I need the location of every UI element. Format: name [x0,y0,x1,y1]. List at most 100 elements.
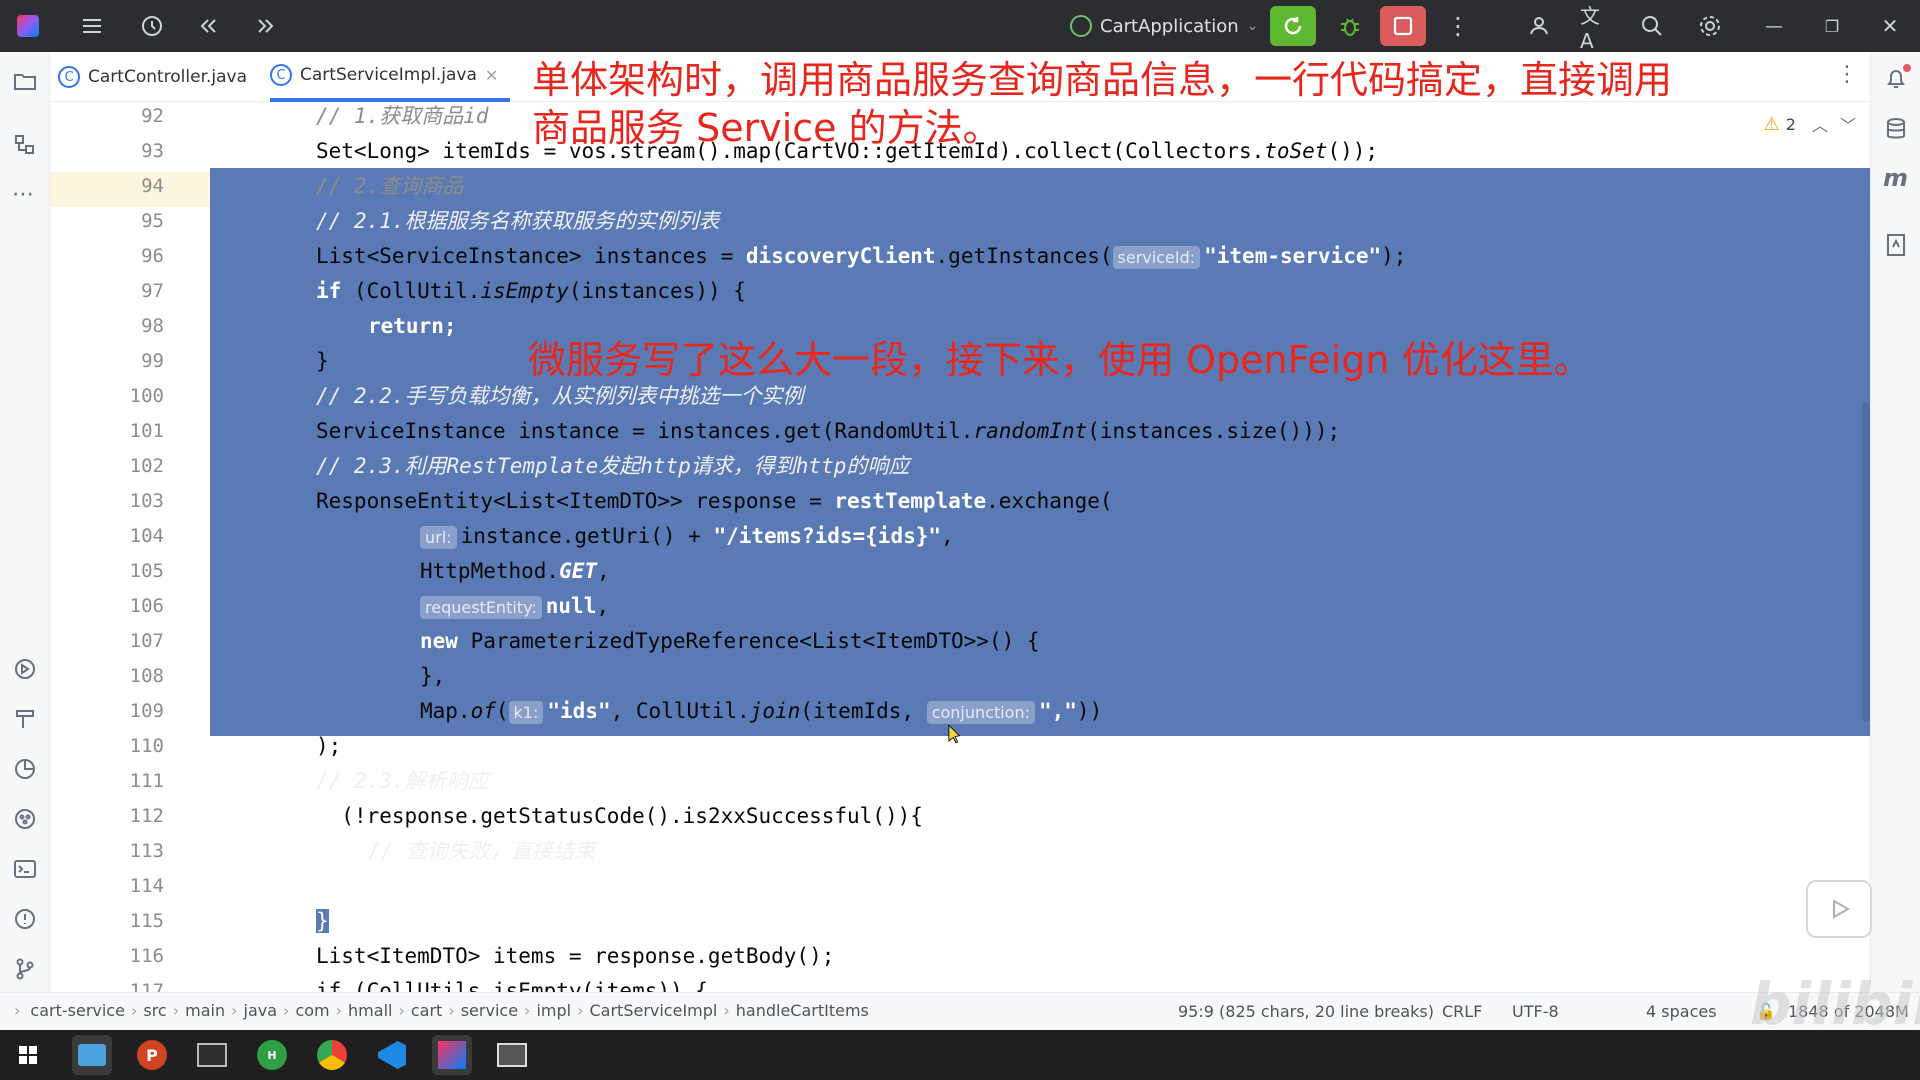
breadcrumb-item[interactable]: src [143,1001,166,1020]
code-line-108[interactable]: }, [210,659,1870,694]
line-number[interactable]: 93 [100,134,164,169]
code-line-115[interactable]: } [210,904,1870,939]
code-line-114[interactable]: return; [210,869,1870,904]
intellij-logo-icon[interactable] [12,10,44,42]
intellij-idea-icon[interactable] [432,1035,472,1075]
line-number[interactable]: 95 [100,204,164,239]
debug-icon[interactable] [1334,10,1366,42]
code-line-94[interactable]: // 2.查询商品 [210,169,1870,204]
database-icon[interactable] [1883,116,1909,142]
screen-recorder-icon[interactable] [492,1035,532,1075]
line-number[interactable]: 113 [100,834,164,869]
code-line-97[interactable]: if (CollUtil.isEmpty(instances)) { [210,274,1870,309]
breadcrumb-item[interactable]: java [244,1001,278,1020]
code-line-106[interactable]: requestEntity: null, [210,589,1870,624]
breadcrumb-item[interactable]: main [185,1001,225,1020]
line-number[interactable]: 111 [100,764,164,799]
vscode-icon[interactable] [372,1035,412,1075]
code-line-117[interactable]: if (CollUtils.isEmpty(items)) { [210,974,1870,992]
settings-gear-icon[interactable] [1694,10,1726,42]
file-encoding[interactable]: UTF-8 [1512,1002,1559,1021]
code-line-116[interactable]: List<ItemDTO> items = response.getBody()… [210,939,1870,974]
translate-icon[interactable]: 文A [1580,4,1612,53]
file-explorer-icon[interactable] [72,1035,112,1075]
code-line-110[interactable]: ); [210,729,1870,764]
breadcrumb-item[interactable]: com [295,1001,329,1020]
plugins-icon[interactable] [12,806,38,832]
profiler-icon[interactable] [12,756,38,782]
stop-button[interactable] [1380,6,1426,46]
recent-history-icon[interactable] [136,10,168,42]
chevron-up-icon[interactable]: ︿ [1812,112,1828,136]
tab-cart-controller[interactable]: C CartController.java [58,52,247,102]
code-line-101[interactable]: ServiceInstance instance = instances.get… [210,414,1870,449]
windows-start-icon[interactable] [8,1035,48,1075]
breadcrumb-item[interactable]: CartServiceImpl [589,1001,717,1020]
video-play-icon[interactable] [1806,880,1872,938]
editor-scrollbar[interactable] [1862,402,1870,722]
code-line-104[interactable]: url: instance.getUri() + "/items?ids={ids… [210,519,1870,554]
terminal-app-icon[interactable] [192,1035,232,1075]
more-actions-icon[interactable]: ⋮ [1442,10,1474,42]
breadcrumb-item[interactable]: hmall [348,1001,392,1020]
line-number[interactable]: 107 [100,624,164,659]
breadcrumb-item[interactable]: service [461,1001,518,1020]
code-line-95[interactable]: // 2.1.根据服务名称获取服务的实例列表 [210,204,1870,239]
line-number[interactable]: 96 [100,239,164,274]
line-number[interactable]: 103 [100,484,164,519]
problems-icon[interactable] [12,906,38,932]
code-line-112[interactable]: if(!response.getStatusCode().is2xxSucces… [210,799,1870,834]
line-number[interactable]: 101 [100,414,164,449]
hbuilder-icon[interactable]: H [252,1035,292,1075]
code-line-96[interactable]: List<ServiceInstance> instances = discov… [210,239,1870,274]
code-line-111[interactable]: // 2.3.解析响应 [210,764,1870,799]
line-number[interactable]: 112 [100,799,164,834]
powerpoint-icon[interactable]: P [132,1035,172,1075]
caret-position[interactable]: 95:9 (825 chars, 20 line breaks) [1178,1002,1434,1021]
line-number[interactable]: 97 [100,274,164,309]
structure-icon[interactable] [12,132,38,158]
line-number[interactable]: 92 [100,99,164,134]
line-number[interactable]: 102 [100,449,164,484]
chevron-down-icon[interactable]: ﹀ [1840,112,1856,136]
run-configuration-selector[interactable]: CartApplication ⌄ [1070,8,1258,44]
navigate-back-icon[interactable] [192,10,224,42]
indent-settings[interactable]: 4 spaces [1646,1002,1717,1021]
code-editor[interactable]: // 1.获取商品id Set<Long> itemIds = vos.stre… [210,102,1870,992]
more-tools-icon[interactable]: ⋯ [12,182,38,208]
rerun-button[interactable] [1270,6,1316,46]
code-line-102[interactable]: // 2.3.利用RestTemplate发起http请求，得到http的响应 [210,449,1870,484]
search-icon[interactable] [1636,10,1668,42]
code-line-107[interactable]: new ParameterizedTypeReference<List<Item… [210,624,1870,659]
git-branch-icon[interactable] [12,956,38,982]
breadcrumb-item[interactable]: impl [536,1001,571,1020]
code-line-105[interactable]: HttpMethod.GET, [210,554,1870,589]
restore-window-icon[interactable]: ❐ [1816,10,1848,42]
tab-options-icon[interactable]: ⋮ [1836,62,1858,87]
line-number[interactable]: 104 [100,519,164,554]
minimize-window-icon[interactable]: — [1758,10,1790,42]
main-menu-icon[interactable] [76,10,108,42]
breadcrumb-item[interactable]: cart [411,1001,442,1020]
line-number[interactable]: 99 [100,344,164,379]
line-number[interactable]: 108 [100,659,164,694]
line-number[interactable]: 105 [100,554,164,589]
code-line-109[interactable]: Map.of(k1: "ids", CollUtil.join(itemIds, … [210,694,1870,729]
line-separator[interactable]: CRLF [1442,1002,1482,1021]
line-number[interactable]: 116 [100,939,164,974]
tab-cart-service-impl[interactable]: C CartServiceImpl.java ✕ [270,52,511,102]
services-icon[interactable] [12,656,38,682]
navigate-forward-icon[interactable] [250,10,282,42]
bookmarks-icon[interactable] [1883,232,1909,258]
line-number[interactable]: 98 [100,309,164,344]
terminal-icon[interactable] [12,856,38,882]
code-line-113[interactable]: // 查询失败，直接结束 [210,834,1870,869]
close-tab-icon[interactable]: ✕ [485,66,498,85]
account-icon[interactable] [1524,10,1556,42]
line-number[interactable]: 109 [100,694,164,729]
chrome-icon[interactable] [312,1035,352,1075]
line-number[interactable]: 114 [100,869,164,904]
maven-icon[interactable]: m [1883,164,1909,192]
breadcrumb-item[interactable]: cart-service [26,1001,125,1020]
notifications-bell-icon[interactable] [1883,64,1911,92]
